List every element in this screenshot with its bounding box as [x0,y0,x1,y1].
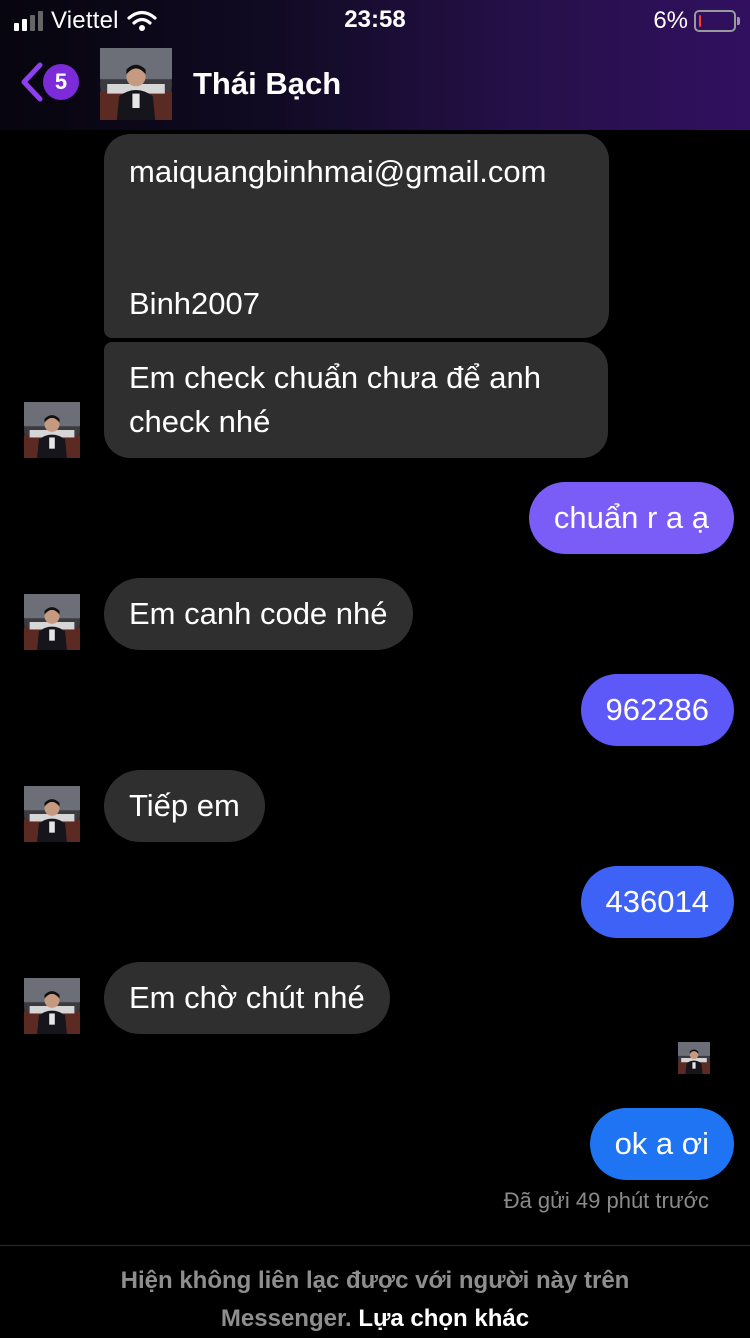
status-bar: Viettel 23:58 6% [0,0,750,40]
message-text: Tiếp em [129,788,240,823]
read-receipt-avatar [678,1042,710,1074]
battery-indicator: 6% [653,7,740,35]
message-text: Binh2007 [129,286,261,321]
other-options-link[interactable]: Lựa chọn khác [358,1305,529,1332]
message-text [129,238,584,282]
sender-avatar[interactable] [24,594,80,650]
notice-text: Messenger. [220,1305,352,1332]
message-text: Em check chuẩn chưa để anh [129,360,541,395]
message-text: 962286 [605,692,709,727]
sender-avatar[interactable] [24,402,80,458]
message-text: check nhé [129,404,271,439]
notice-text: Hiện không liên lạc được với người này t… [120,1267,630,1294]
message-text: Em canh code nhé [129,596,388,631]
message-bubble-incoming[interactable]: Em chờ chút nhé [104,962,390,1034]
message-bubble-outgoing[interactable]: 962286 [580,674,734,746]
contact-name[interactable]: Thái Bạch [193,66,341,102]
message-bubble-incoming[interactable]: Tiếp em [104,770,265,842]
message-text [129,194,584,238]
sent-status: Đã gửi 49 phút trước [503,1188,709,1213]
message-text: chuẩn r a ạ [553,500,709,535]
message-bubble-incoming[interactable]: maiquangbinhmai@gmail.com Binh2007 [104,134,609,338]
battery-icon [694,10,740,32]
message-bubble-outgoing[interactable]: chuẩn r a ạ [528,482,734,554]
message-text: maiquangbinhmai@gmail.com [129,154,547,189]
back-chevron-icon[interactable] [18,62,44,102]
message-text: 436014 [605,884,709,919]
message-text: ok a ơi [614,1126,709,1161]
message-bubble-outgoing[interactable]: ok a ơi [589,1108,734,1180]
message-bubble-incoming[interactable]: Em canh code nhé [104,578,413,650]
clock: 23:58 [344,6,406,33]
message-text: Em chờ chút nhé [129,980,365,1015]
unread-count-badge[interactable]: 5 [43,64,79,100]
message-bubble-outgoing[interactable]: 436014 [580,866,734,938]
sender-avatar[interactable] [24,978,80,1034]
sender-avatar[interactable] [24,786,80,842]
conversation-header: 5 Thái Bạch [0,44,750,124]
battery-fill [699,15,701,27]
message-bubble-incoming[interactable]: Em check chuẩn chưa để anh check nhé [104,342,608,458]
divider [0,1245,750,1246]
battery-percent: 6% [653,7,688,34]
unavailable-notice: Hiện không liên lạc được với người này t… [0,1262,750,1338]
contact-avatar[interactable] [100,48,172,120]
